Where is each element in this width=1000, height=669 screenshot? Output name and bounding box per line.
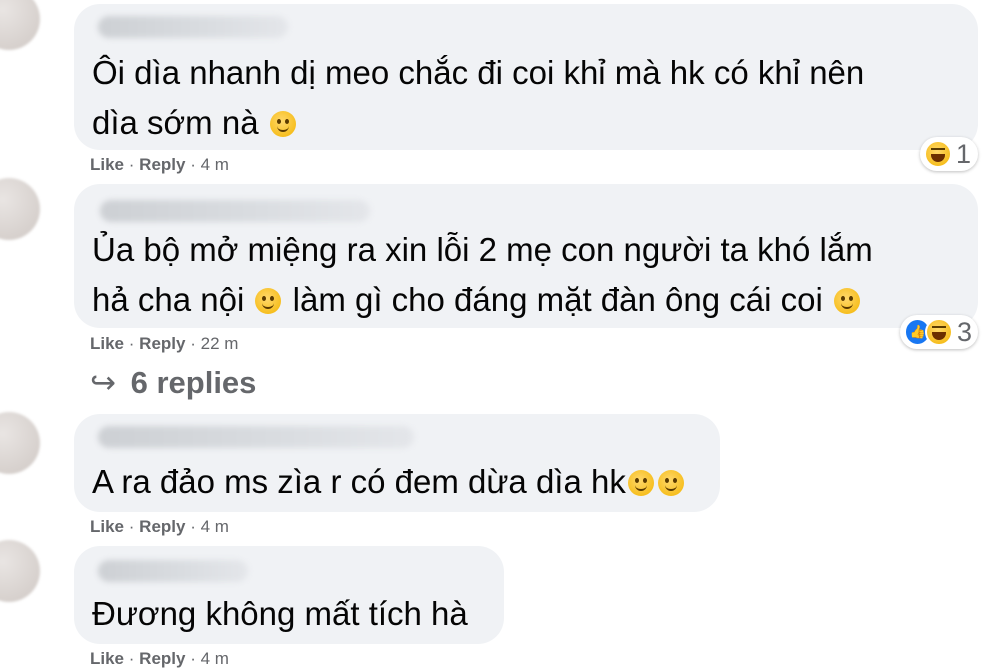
separator: ·: [128, 334, 135, 353]
avatar[interactable]: [0, 178, 40, 240]
haha-reaction-icon: [925, 318, 953, 346]
comment-bubble: A ra đảo ms zìa r có đem dừa dìa hk: [74, 414, 720, 512]
comment-text-line: hả cha nội làm gì cho đáng mặt đàn ông c…: [92, 274, 862, 326]
slightly-smiling-emoji-icon: [833, 288, 860, 314]
separator: ·: [190, 334, 196, 353]
comment-timestamp[interactable]: 22 m: [201, 334, 239, 353]
reaction-summary[interactable]: 1: [920, 137, 978, 171]
comment-timestamp[interactable]: 4 m: [201, 649, 229, 668]
comment-bubble: Đương không mất tích hà: [74, 546, 504, 644]
replies-count: 6 replies: [130, 365, 257, 400]
comment-text-line: Ủa bộ mở miệng ra xin lỗi 2 mẹ con người…: [92, 231, 873, 268]
reaction-summary[interactable]: 👍 3: [900, 315, 978, 349]
comment-timestamp[interactable]: 4 m: [201, 155, 229, 174]
avatar[interactable]: [0, 412, 40, 474]
comment-text: hả cha nội: [92, 281, 245, 318]
hushed-emoji-icon: [627, 470, 654, 496]
separator: ·: [128, 649, 135, 668]
comment-text-line: Ôi dìa nhanh dị meo chắc đi coi khỉ mà h…: [92, 54, 865, 91]
separator: ·: [128, 517, 135, 536]
comment-text: dìa sớm nà: [92, 104, 259, 141]
comment-text-line: dìa sớm nà: [92, 97, 298, 149]
separator: ·: [190, 649, 196, 668]
like-link[interactable]: Like: [90, 334, 124, 353]
view-replies-link[interactable]: ↪ 6 replies: [90, 365, 256, 401]
reply-arrow-icon: ↪: [90, 365, 116, 400]
separator: ·: [190, 517, 196, 536]
reply-link[interactable]: Reply: [139, 517, 185, 536]
comment-actions: Like · Reply · 4 m: [90, 155, 229, 175]
comment-bubble: Ủa bộ mở miệng ra xin lỗi 2 mẹ con người…: [74, 184, 978, 328]
comment-actions: Like · Reply · 22 m: [90, 334, 238, 354]
haha-reaction-icon: [924, 140, 952, 168]
rolling-laughing-emoji-icon: [269, 111, 296, 137]
reaction-count: 1: [956, 138, 972, 169]
like-link[interactable]: Like: [90, 649, 124, 668]
comment-timestamp[interactable]: 4 m: [201, 517, 229, 536]
avatar[interactable]: [0, 540, 40, 602]
comment-author[interactable]: [98, 560, 248, 582]
grinning-emoji-icon: [657, 470, 684, 496]
comment-text: làm gì cho đáng mặt đàn ông cái coi: [292, 281, 823, 318]
like-link[interactable]: Like: [90, 155, 124, 174]
reaction-count: 3: [956, 316, 972, 347]
comment-author[interactable]: [98, 426, 414, 448]
like-link[interactable]: Like: [90, 517, 124, 536]
comment-actions: Like · Reply · 4 m: [90, 517, 229, 537]
avatar[interactable]: [0, 0, 40, 50]
drooling-face-emoji-icon: [255, 288, 282, 314]
comment-author[interactable]: [98, 16, 288, 38]
separator: ·: [128, 155, 135, 174]
reply-link[interactable]: Reply: [139, 334, 185, 353]
reply-link[interactable]: Reply: [139, 155, 185, 174]
reply-link[interactable]: Reply: [139, 649, 185, 668]
comment-bubble: Ôi dìa nhanh dị meo chắc đi coi khỉ mà h…: [74, 4, 978, 150]
comment-text-line: Đương không mất tích hà: [92, 595, 468, 632]
comment-text: A ra đảo ms zìa r có đem dừa dìa hk: [92, 463, 626, 500]
comment-actions: Like · Reply · 4 m: [90, 649, 229, 669]
comment-author[interactable]: [100, 200, 370, 222]
separator: ·: [190, 155, 196, 174]
comment-text-line: A ra đảo ms zìa r có đem dừa dìa hk: [92, 456, 686, 508]
